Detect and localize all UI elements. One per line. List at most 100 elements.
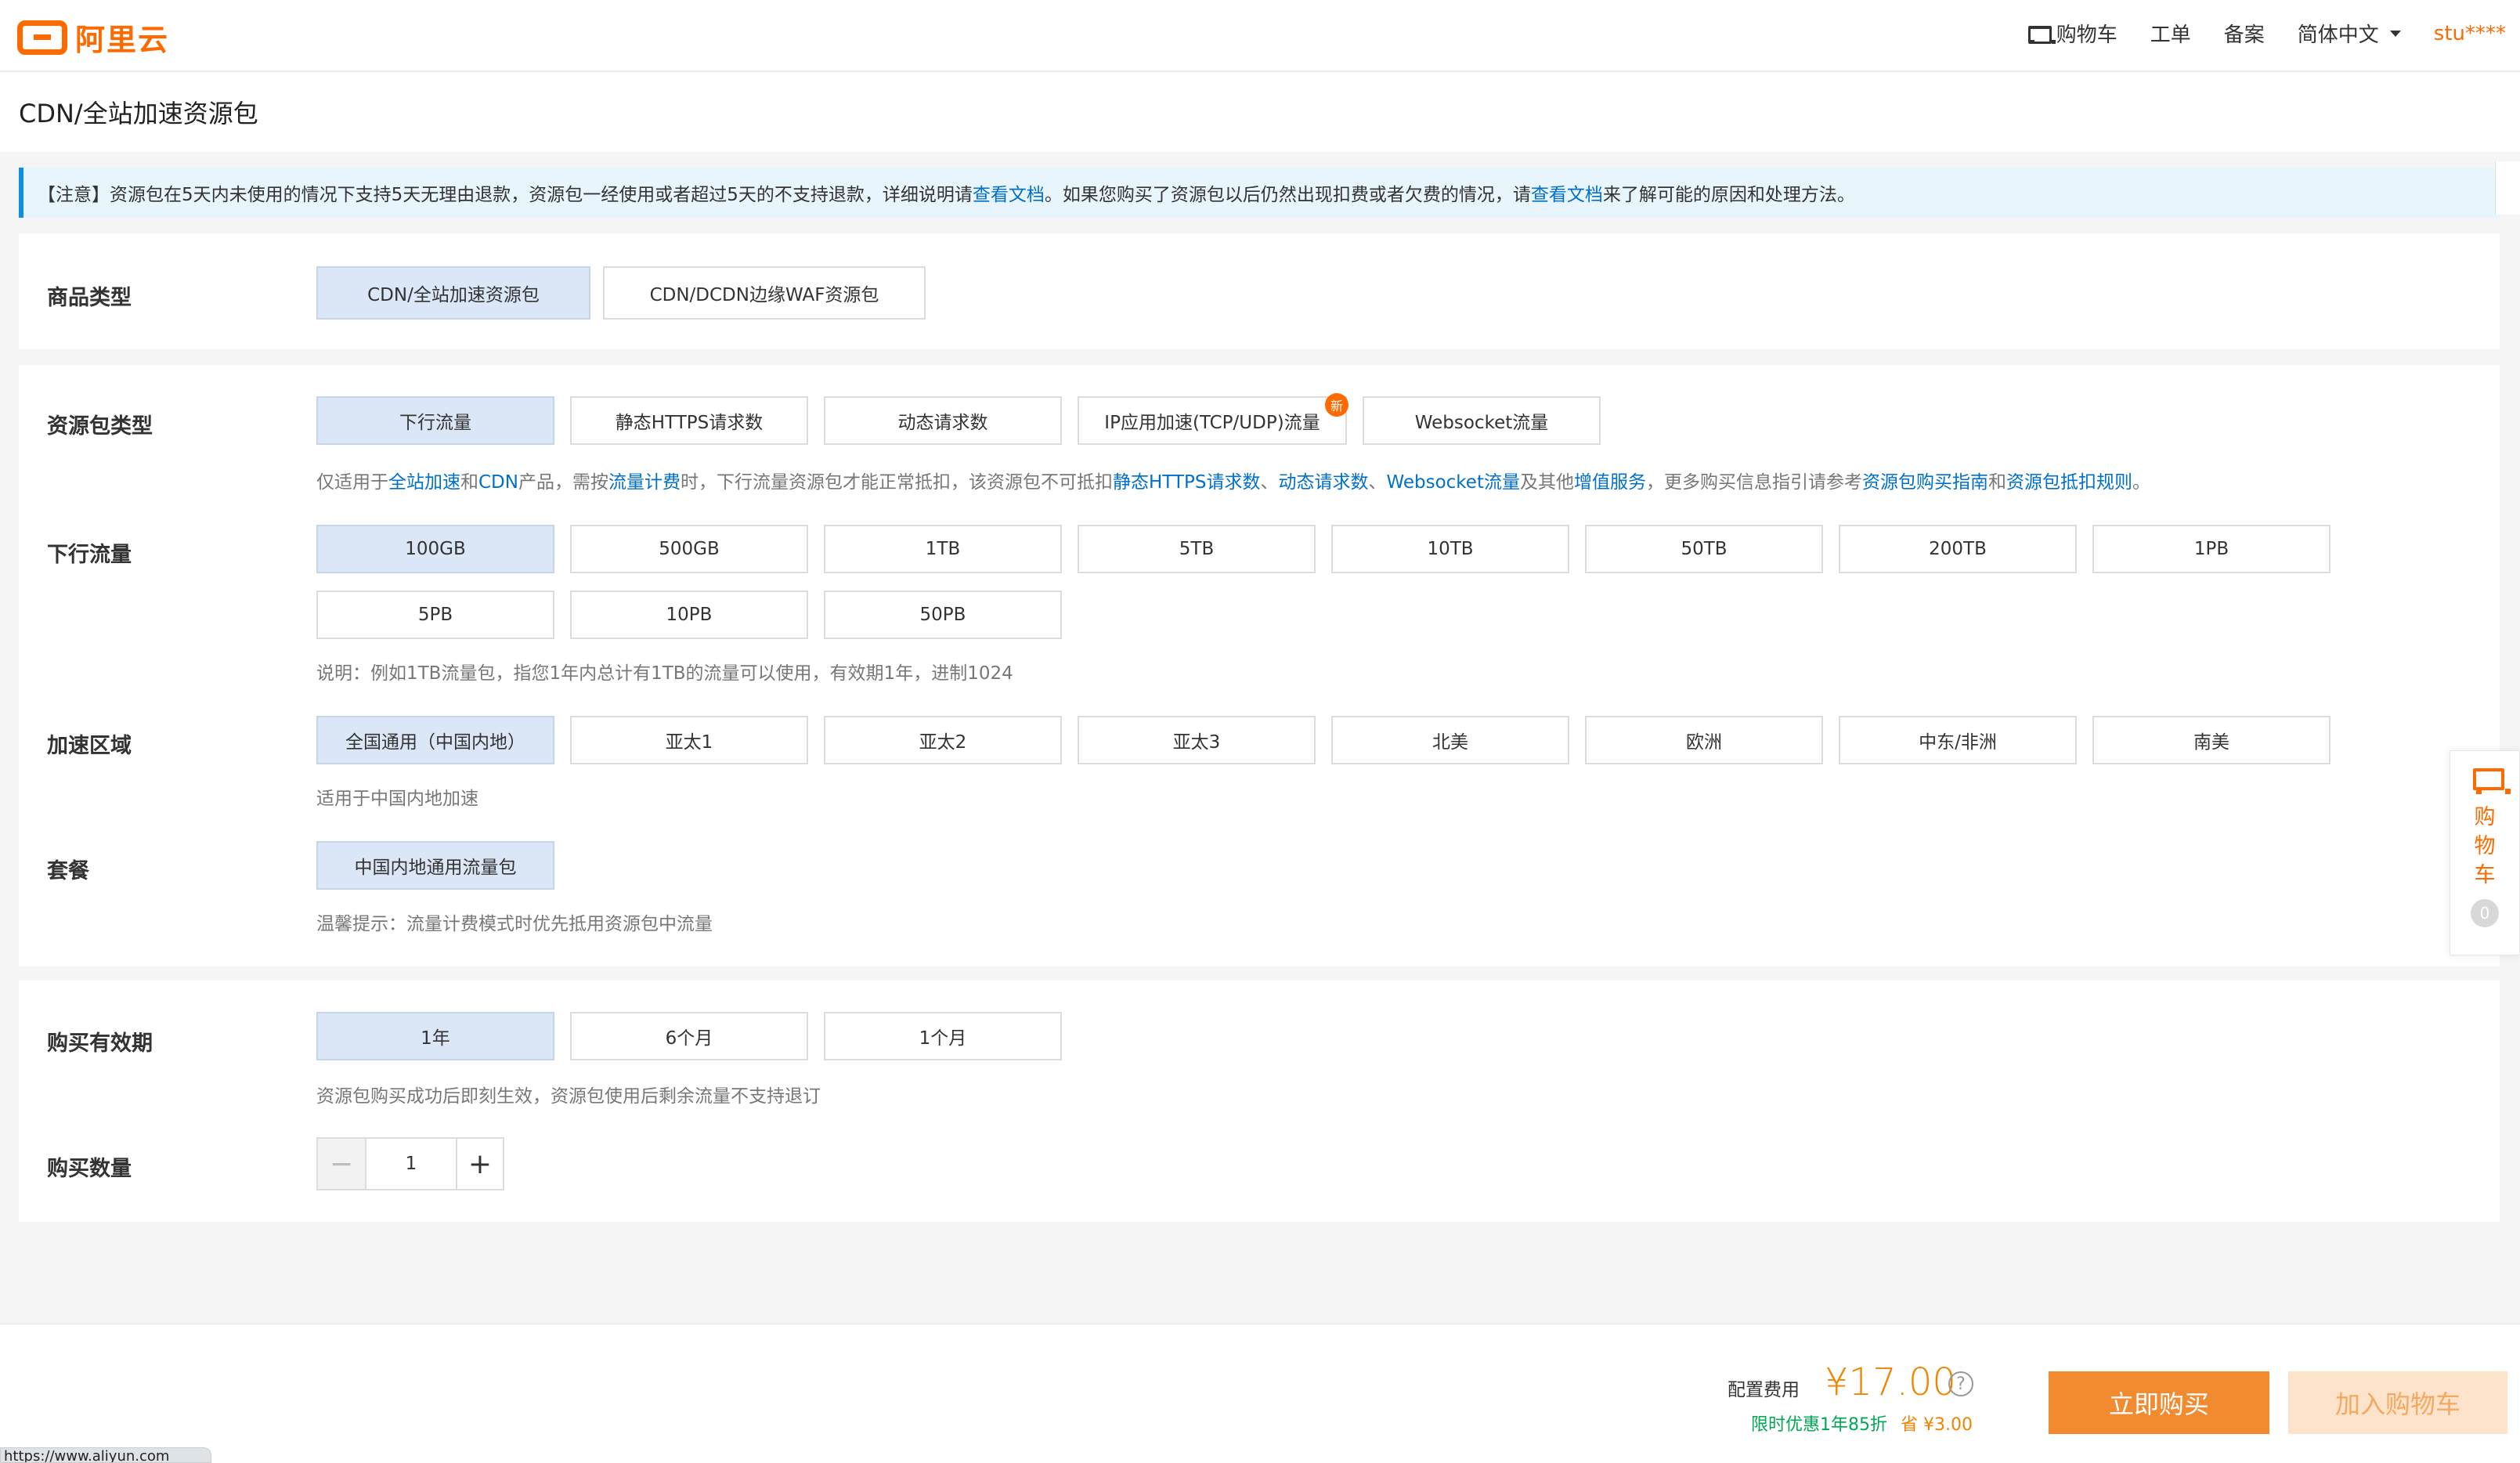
hint-text: 、 bbox=[1260, 472, 1279, 493]
option-region-europe[interactable]: 欧洲 bbox=[1585, 716, 1823, 764]
nav-cart-label: 购物车 bbox=[2056, 23, 2117, 47]
option-traffic-50tb[interactable]: 50TB bbox=[1585, 525, 1823, 573]
link-purchase-guide[interactable]: 资源包购买指南 bbox=[1862, 472, 1988, 493]
link-dynamic-requests[interactable]: 动态请求数 bbox=[1278, 472, 1368, 493]
scrollbar[interactable] bbox=[2495, 161, 2520, 215]
option-traffic-10pb[interactable]: 10PB bbox=[570, 591, 808, 639]
link-value-added[interactable]: 增值服务 bbox=[1574, 472, 1646, 493]
floating-cart-char: 购 bbox=[2474, 805, 2496, 829]
quantity-label: 购买数量 bbox=[47, 1157, 132, 1181]
link-traffic-billing[interactable]: 流量计费 bbox=[608, 472, 681, 493]
cart-icon bbox=[2024, 21, 2056, 46]
hint-text: 时，下行流量资源包才能正常抵扣，该资源包不可抵扣 bbox=[680, 472, 1113, 493]
add-to-cart-button[interactable]: 加入购物车 bbox=[2288, 1371, 2507, 1434]
cart-icon bbox=[2465, 764, 2511, 798]
option-plan-mainland-traffic[interactable]: 中国内地通用流量包 bbox=[316, 841, 554, 890]
package-type-hint: 仅适用于全站加速和CDN产品，需按流量计费时，下行流量资源包才能正常抵扣，该资源… bbox=[316, 467, 2150, 493]
buy-now-button[interactable]: 立即购买 bbox=[2049, 1371, 2269, 1434]
top-nav-links: 购物车 工单 备案 简体中文 stu**** bbox=[2024, 19, 2506, 48]
option-traffic-500gb[interactable]: 500GB bbox=[570, 525, 808, 573]
option-region-mea[interactable]: 中东/非洲 bbox=[1839, 716, 2077, 764]
option-package-downstream-traffic[interactable]: 下行流量 bbox=[316, 396, 554, 445]
language-label: 简体中文 bbox=[2297, 23, 2379, 47]
floating-cart[interactable]: 购 物 车 0 bbox=[2450, 750, 2520, 955]
option-traffic-100gb[interactable]: 100GB bbox=[316, 525, 554, 573]
option-region-mainland[interactable]: 全国通用（中国内地） bbox=[316, 716, 554, 764]
quantity-input[interactable]: 1 bbox=[365, 1139, 456, 1189]
option-period-6m[interactable]: 6个月 bbox=[570, 1012, 808, 1060]
language-select[interactable]: 简体中文 bbox=[2298, 19, 2401, 48]
floating-cart-char: 物 bbox=[2474, 834, 2496, 858]
option-traffic-5pb[interactable]: 5PB bbox=[316, 591, 554, 639]
region-hint: 适用于中国内地加速 bbox=[316, 789, 478, 809]
order-footer: 配置费用 ¥17.00 ? 限时优惠1年85折 省 ¥3.00 立即购买 加入购… bbox=[0, 1324, 2520, 1463]
quantity-stepper: − 1 + bbox=[316, 1137, 504, 1190]
option-traffic-5tb[interactable]: 5TB bbox=[1078, 525, 1316, 573]
hint-text: 和 bbox=[460, 472, 478, 493]
link-cdn[interactable]: CDN bbox=[478, 472, 518, 493]
hint-text: 及其他 bbox=[1519, 472, 1574, 493]
hint-text: 仅适用于 bbox=[316, 472, 388, 493]
option-product-waf[interactable]: CDN/DCDN边缘WAF资源包 bbox=[603, 266, 926, 320]
quantity-minus-button[interactable]: − bbox=[318, 1139, 365, 1189]
quantity-plus-button[interactable]: + bbox=[456, 1139, 503, 1189]
option-package-websocket[interactable]: Websocket流量 bbox=[1363, 396, 1601, 445]
hint-text: ，更多购买信息指引请参考 bbox=[1645, 472, 1862, 493]
option-region-apac1[interactable]: 亚太1 bbox=[570, 716, 808, 764]
option-product-cdn[interactable]: CDN/全站加速资源包 bbox=[316, 266, 590, 320]
region-label: 加速区域 bbox=[47, 734, 132, 758]
nav-ticket[interactable]: 工单 bbox=[2150, 19, 2191, 48]
title-bar: CDN/全站加速资源包 bbox=[0, 72, 2520, 152]
plan-hint: 温馨提示：流量计费模式时优先抵用资源包中流量 bbox=[316, 914, 713, 934]
option-period-1y[interactable]: 1年 bbox=[316, 1012, 554, 1060]
cost-label: 配置费用 bbox=[1728, 1380, 1800, 1400]
refund-notice: 【注意】资源包在5天内未使用的情况下支持5天无理由退款，资源包一经使用或者超过5… bbox=[19, 168, 2500, 218]
option-traffic-200tb[interactable]: 200TB bbox=[1839, 525, 2077, 573]
link-dcdn[interactable]: 全站加速 bbox=[388, 472, 460, 493]
period-label: 购买有效期 bbox=[47, 1031, 153, 1056]
top-navbar: 阿里云 购物车 工单 备案 简体中文 stu**** bbox=[0, 0, 2520, 72]
option-region-apac2[interactable]: 亚太2 bbox=[824, 716, 1062, 764]
option-region-north-america[interactable]: 北美 bbox=[1331, 716, 1569, 764]
aliyun-logo-icon bbox=[17, 20, 67, 55]
hint-text: 。 bbox=[2132, 472, 2150, 493]
notice-text-3: 来了解可能的原因和处理方法。 bbox=[1602, 185, 1855, 205]
nav-cart[interactable]: 购物车 bbox=[2024, 19, 2117, 48]
option-period-1m[interactable]: 1个月 bbox=[824, 1012, 1062, 1060]
option-traffic-1tb[interactable]: 1TB bbox=[824, 525, 1062, 573]
period-hint: 资源包购买成功后即刻生效，资源包使用后剩余流量不支持退订 bbox=[316, 1086, 821, 1107]
product-type-label: 商品类型 bbox=[47, 286, 132, 310]
notice-doc-link-1[interactable]: 查看文档 bbox=[973, 179, 1045, 206]
logo-text: 阿里云 bbox=[75, 23, 170, 57]
aliyun-logo[interactable]: 阿里云 bbox=[17, 16, 169, 59]
link-deduction-rules[interactable]: 资源包抵扣规则 bbox=[2006, 472, 2132, 493]
promo-saving: 省 ¥3.00 bbox=[1901, 1415, 1973, 1435]
package-type-label: 资源包类型 bbox=[47, 414, 153, 439]
option-package-dynamic-requests[interactable]: 动态请求数 bbox=[824, 396, 1062, 445]
option-package-ip-acceleration[interactable]: IP应用加速(TCP/UDP)流量 新 bbox=[1078, 393, 1348, 445]
cart-count-badge: 0 bbox=[2471, 899, 2499, 927]
new-badge: 新 bbox=[1325, 393, 1348, 417]
chevron-down-icon bbox=[2389, 30, 2401, 37]
notice-text-1: 【注意】资源包在5天内未使用的情况下支持5天无理由退款，资源包一经使用或者超过5… bbox=[38, 185, 973, 205]
traffic-hint: 说明：例如1TB流量包，指您1年内总计有1TB的流量可以使用，有效期1年，进制1… bbox=[316, 663, 1013, 684]
option-package-https-requests[interactable]: 静态HTTPS请求数 bbox=[570, 396, 808, 445]
plan-label: 套餐 bbox=[47, 859, 89, 883]
option-traffic-10tb[interactable]: 10TB bbox=[1331, 525, 1569, 573]
option-traffic-50pb[interactable]: 50PB bbox=[824, 591, 1062, 639]
help-icon[interactable]: ? bbox=[1948, 1371, 1973, 1396]
option-traffic-1pb[interactable]: 1PB bbox=[2092, 525, 2330, 573]
price-value: ¥17.00 bbox=[1825, 1360, 1956, 1404]
link-websocket[interactable]: Websocket流量 bbox=[1386, 472, 1520, 493]
option-region-apac3[interactable]: 亚太3 bbox=[1078, 716, 1316, 764]
option-region-south-america[interactable]: 南美 bbox=[2092, 716, 2330, 764]
hint-text: 、 bbox=[1368, 472, 1387, 493]
link-https-requests[interactable]: 静态HTTPS请求数 bbox=[1113, 472, 1260, 493]
user-account[interactable]: stu**** bbox=[2434, 22, 2506, 45]
notice-doc-link-2[interactable]: 查看文档 bbox=[1531, 179, 1603, 206]
floating-cart-char: 车 bbox=[2474, 863, 2496, 887]
status-url-tooltip: https://www.aliyun.com bbox=[0, 1447, 211, 1463]
hint-text: 产品，需按 bbox=[518, 472, 608, 493]
nav-filing[interactable]: 备案 bbox=[2224, 19, 2265, 48]
hint-text: 和 bbox=[1987, 472, 2006, 493]
